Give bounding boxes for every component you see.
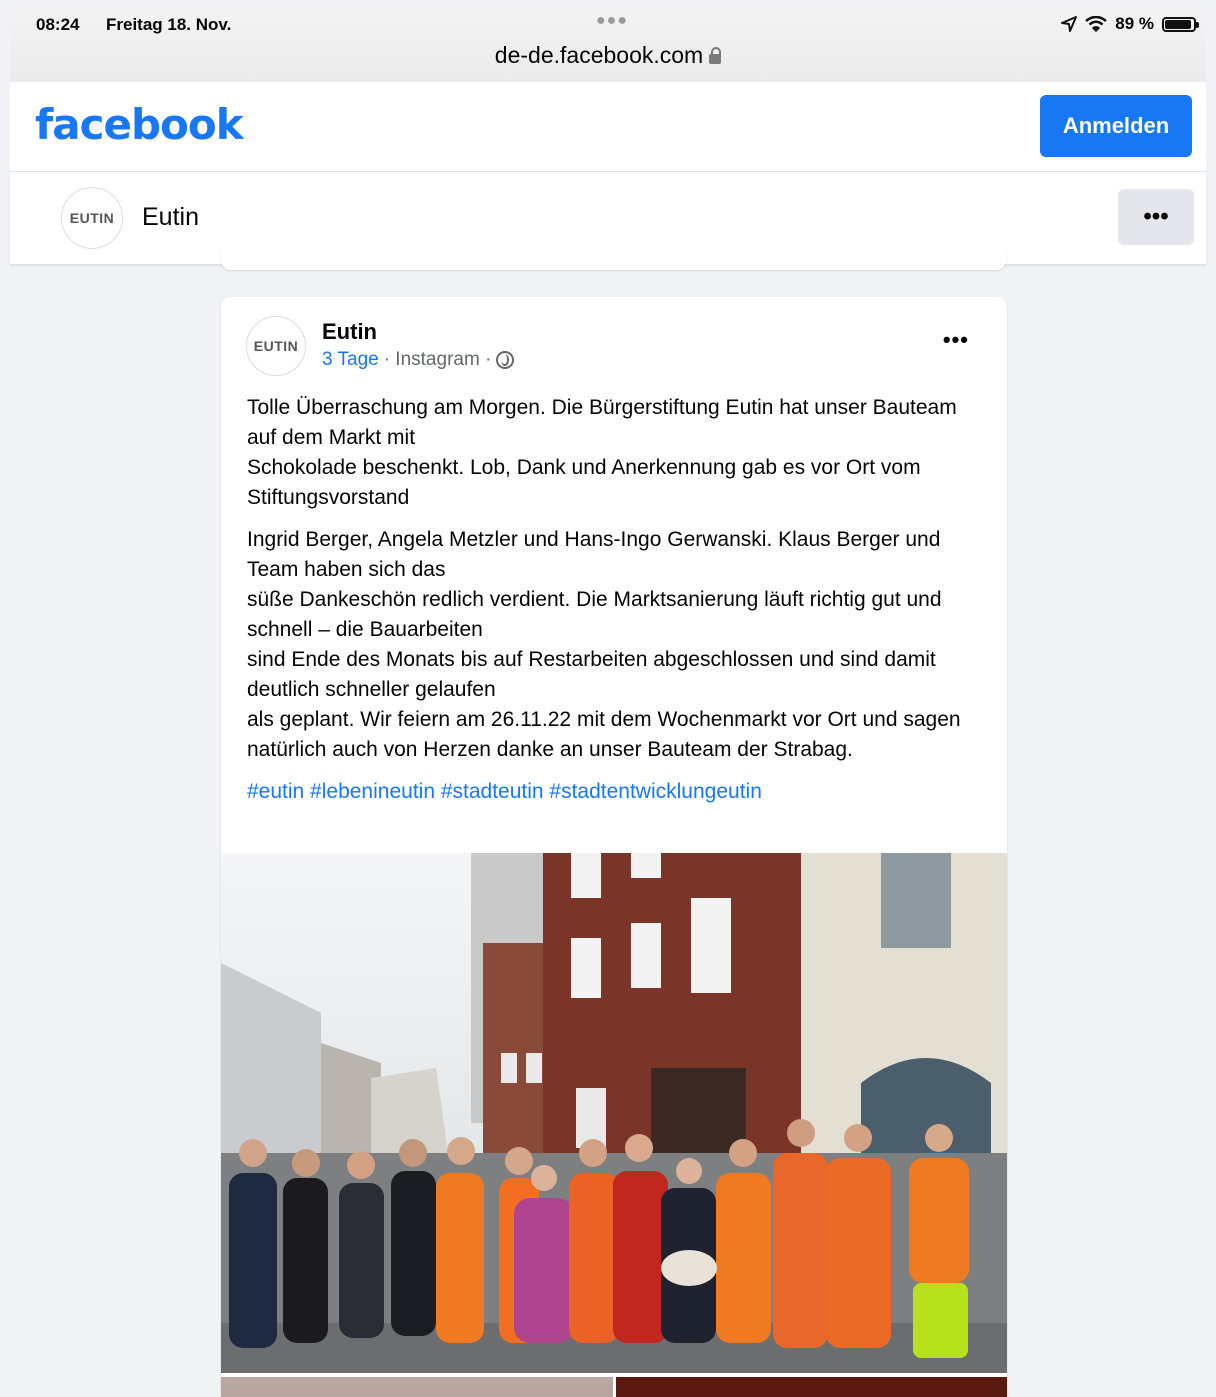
status-time: 08:24 bbox=[36, 15, 80, 34]
post-line: süße Dankeschön redlich verdient. Die Ma… bbox=[247, 588, 942, 641]
battery-icon bbox=[1162, 16, 1199, 32]
login-button[interactable]: Anmelden bbox=[1040, 95, 1192, 157]
previous-post-card bbox=[221, 250, 1006, 270]
facebook-header: facebook Anmelden bbox=[10, 82, 1206, 172]
post-hashtags[interactable]: #eutin #lebenineutin #stadteutin #stadte… bbox=[247, 777, 987, 807]
page-name[interactable]: Eutin bbox=[142, 203, 199, 232]
address-bar[interactable]: de-de.facebook.com bbox=[10, 42, 1206, 69]
post-line: sind Ende des Monats bis auf Restarbeite… bbox=[247, 648, 936, 701]
post-time[interactable]: 3 Tage bbox=[322, 349, 379, 371]
post-source: · Instagram · bbox=[383, 349, 492, 370]
post-meta: 3 Tage · Instagram · bbox=[322, 349, 515, 371]
tab-dots-icon[interactable]: ●●● bbox=[596, 12, 628, 30]
lock-icon bbox=[709, 47, 722, 64]
post-line: Schokolade beschenkt. Lob, Dank und Aner… bbox=[247, 456, 921, 509]
post-line: Ingrid Berger, Angela Metzler und Hans-I… bbox=[247, 528, 941, 581]
post-text: Tolle Überraschung am Morgen. Die Bürger… bbox=[247, 393, 987, 819]
post-card: EUTIN Eutin 3 Tage · Instagram · ••• Tol… bbox=[221, 297, 1007, 1397]
post-author[interactable]: Eutin bbox=[322, 319, 377, 345]
post-paragraph: Ingrid Berger, Angela Metzler und Hans-I… bbox=[247, 525, 987, 765]
location-arrow-icon bbox=[1061, 16, 1078, 32]
globe-icon bbox=[496, 351, 515, 369]
status-bar: 08:24 Freitag 18. Nov. ●●● de-de.faceboo… bbox=[10, 6, 1206, 82]
post-line: Tolle Überraschung am Morgen. Die Bürger… bbox=[247, 396, 957, 449]
post-line: als geplant. Wir feiern am 26.11.22 mit … bbox=[247, 708, 961, 761]
url-text: de-de.facebook.com bbox=[494, 42, 704, 68]
battery-percent: 89 % bbox=[1115, 14, 1154, 33]
status-indicators: 89 % bbox=[1061, 14, 1199, 34]
post-photo[interactable] bbox=[221, 853, 1007, 1373]
page-more-button[interactable]: ••• bbox=[1118, 189, 1194, 245]
post-avatar[interactable]: EUTIN bbox=[246, 316, 306, 376]
post-photo-secondary[interactable] bbox=[221, 1377, 613, 1397]
post-paragraph: Tolle Überraschung am Morgen. Die Bürger… bbox=[247, 393, 987, 513]
wifi-icon bbox=[1085, 16, 1108, 32]
status-date: Freitag 18. Nov. bbox=[106, 15, 232, 34]
facebook-logo[interactable]: facebook bbox=[35, 100, 244, 149]
page-avatar[interactable]: EUTIN bbox=[61, 187, 123, 249]
post-more-icon[interactable]: ••• bbox=[943, 327, 969, 353]
post-photo-tertiary[interactable] bbox=[616, 1377, 1007, 1397]
